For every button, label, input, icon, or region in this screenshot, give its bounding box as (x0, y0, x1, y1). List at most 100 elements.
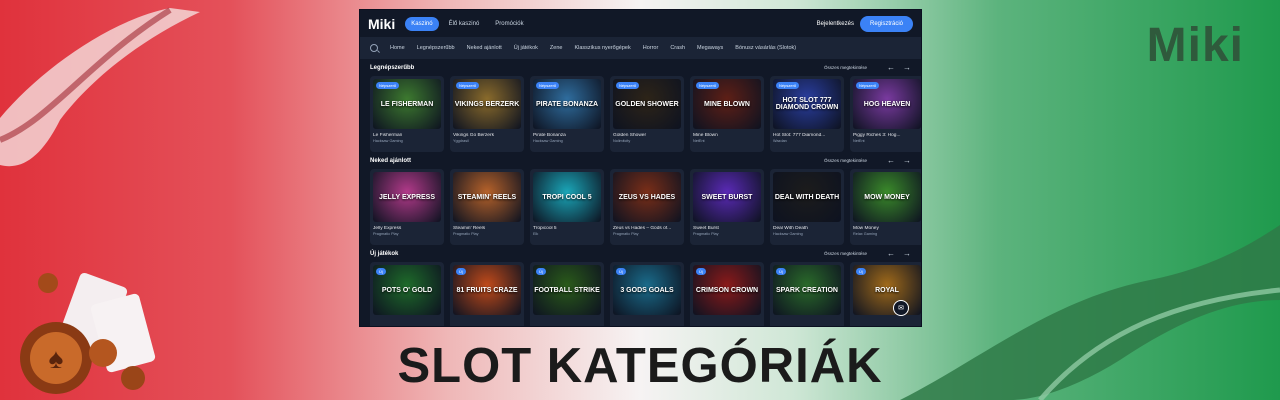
game-artwork-title: FOOTBALL STRIKE (534, 286, 600, 294)
game-card[interactable]: STEAMIN' REELS Steamin' Reels Pragmatic … (450, 169, 524, 245)
game-thumbnail[interactable]: POTS O' GOLD Új (373, 265, 441, 315)
game-badge: Népszerű (856, 82, 880, 89)
game-thumbnail[interactable]: ZEUS VS HADES (613, 172, 681, 222)
game-name: Deal With Death (773, 226, 808, 231)
game-thumbnail[interactable]: VIKINGS BERZERK Népszerű (453, 79, 521, 129)
game-name: Hot Slot: 777 Diamond... (773, 133, 826, 138)
game-thumbnail[interactable]: ROYAL Új (853, 265, 921, 315)
game-card[interactable]: DEAL WITH DEATH Deal With Death Hacksaw … (770, 169, 844, 245)
game-thumbnail[interactable]: CRIMSON CROWN Új (693, 265, 761, 315)
game-thumbnail[interactable]: SWEET BURST (693, 172, 761, 222)
casino-app-window: Miki Kaszinó Élő kaszinó Promóciók Bejel… (359, 9, 922, 327)
game-provider: Pragmatic Play (373, 232, 399, 236)
chat-icon[interactable]: ✉ (893, 300, 909, 316)
game-card[interactable]: TROPI COOL 5 Tropicool 5 Elk (530, 169, 604, 245)
arrow-left-icon[interactable]: ← (887, 63, 895, 72)
game-artwork-title: TROPI COOL 5 (542, 193, 592, 201)
game-artwork-title: HOT SLOT 777 DIAMOND CROWN (775, 97, 839, 111)
game-thumbnail[interactable]: TROPI COOL 5 (533, 172, 601, 222)
category-megaways[interactable]: Megaways (697, 45, 723, 51)
category-music[interactable]: Zene (550, 45, 563, 51)
register-button[interactable]: Regisztráció (859, 15, 913, 32)
game-card[interactable]: LE FISHERMAN Népszerű Le Fisherman Hacks… (370, 76, 444, 152)
game-thumbnail[interactable]: MINE BLOWN Népszerű (693, 79, 761, 129)
game-artwork-title: STEAMIN' REELS (457, 193, 517, 201)
show-all-link[interactable]: Összes megtekintése (824, 251, 867, 256)
game-card[interactable]: ZEUS VS HADES Zeus vs Hades – Gods of...… (610, 169, 684, 245)
category-home[interactable]: Home (390, 45, 405, 51)
game-card[interactable]: HOT SLOT 777 DIAMOND CROWN Népszerű Hot … (770, 76, 844, 152)
game-card[interactable]: ROYAL Új (850, 262, 921, 326)
game-artwork-title: VIKINGS BERZERK (454, 100, 520, 108)
game-badge: Új (616, 268, 626, 275)
section-title: Neked ajánlott (370, 157, 412, 164)
game-thumbnail[interactable]: GOLDEN SHOWER Népszerű (613, 79, 681, 129)
game-thumbnail[interactable]: LE FISHERMAN Népszerű (373, 79, 441, 129)
game-card[interactable]: GOLDEN SHOWER Népszerű Golden Shower Nol… (610, 76, 684, 152)
arrow-left-icon[interactable]: ← (887, 249, 895, 258)
game-thumbnail[interactable]: DEAL WITH DEATH (773, 172, 841, 222)
arrow-right-icon[interactable]: → (903, 156, 911, 165)
category-popular[interactable]: Legnépszerűbb (417, 45, 455, 51)
game-artwork-title: ROYAL (875, 286, 899, 294)
game-card[interactable]: MOW MONEY Mow Money Relax Gaming (850, 169, 921, 245)
login-button[interactable]: Bejelentkezés (817, 21, 854, 27)
game-provider: Nolimitcity (613, 139, 631, 143)
game-card[interactable]: CRIMSON CROWN Új (690, 262, 764, 326)
app-logo[interactable]: Miki (368, 16, 395, 32)
game-card[interactable]: 81 FRUITS CRAZE Új (450, 262, 524, 326)
game-artwork-title: MOW MONEY (864, 193, 910, 201)
game-card[interactable]: FOOTBALL STRIKE Új (530, 262, 604, 326)
game-badge: Új (856, 268, 866, 275)
arrow-right-icon[interactable]: → (903, 249, 911, 258)
game-card[interactable]: 3 GODS GOALS Új (610, 262, 684, 326)
game-provider: Elk (533, 232, 539, 236)
game-badge: Új (776, 268, 786, 275)
search-icon[interactable] (370, 44, 378, 52)
game-name: Mine Blown (693, 133, 718, 138)
show-all-link[interactable]: Összes megtekintése (824, 158, 867, 163)
game-thumbnail[interactable]: STEAMIN' REELS (453, 172, 521, 222)
game-thumbnail[interactable]: PIRATE BONANZA Népszerű (533, 79, 601, 129)
category-crash[interactable]: Crash (670, 45, 685, 51)
game-card[interactable]: PIRATE BONANZA Népszerű Pirate Bonanza H… (530, 76, 604, 152)
game-card[interactable]: HOG HEAVEN Népszerű Piggy Riches 3: Hog.… (850, 76, 921, 152)
arrow-right-icon[interactable]: → (903, 63, 911, 72)
game-provider: Pragmatic Play (693, 232, 719, 236)
category-new-games[interactable]: Új játékok (514, 45, 538, 51)
game-artwork-title: SWEET BURST (701, 193, 753, 201)
arrow-left-icon[interactable]: ← (887, 156, 895, 165)
brand-logo: Miki (1146, 19, 1244, 72)
game-card[interactable]: POTS O' GOLD Új (370, 262, 444, 326)
game-provider: Hacksaw Gaming (373, 139, 403, 143)
game-thumbnail[interactable]: 81 FRUITS CRAZE Új (453, 265, 521, 315)
show-all-link[interactable]: Összes megtekintése (824, 65, 867, 70)
game-card[interactable]: MINE BLOWN Népszerű Mine Blown NetEnt (690, 76, 764, 152)
nav-promotions-tab[interactable]: Promóciók (489, 17, 529, 31)
game-thumbnail[interactable]: SPARK CREATION Új (773, 265, 841, 315)
nav-casino-tab[interactable]: Kaszinó (405, 16, 439, 31)
game-thumbnail[interactable]: HOG HEAVEN Népszerű (853, 79, 921, 129)
game-thumbnail[interactable]: MOW MONEY (853, 172, 921, 222)
category-recommended[interactable]: Neked ajánlott (467, 45, 502, 51)
game-provider: Yggdrasil (453, 139, 469, 143)
game-name: Steamin' Reels (453, 226, 486, 231)
game-card[interactable]: SPARK CREATION Új (770, 262, 844, 326)
game-card[interactable]: VIKINGS BERZERK Népszerű Vikings Go Berz… (450, 76, 524, 152)
game-card[interactable]: SWEET BURST Sweet Burst Pragmatic Play (690, 169, 764, 245)
game-provider: Pragmatic Play (453, 232, 479, 236)
game-provider: NetEnt (853, 139, 865, 143)
game-artwork-title: SPARK CREATION (776, 286, 838, 294)
game-thumbnail[interactable]: HOT SLOT 777 DIAMOND CROWN Népszerű (773, 79, 841, 129)
section-header: Legnépszerűbb Összes megtekintése ← → (370, 59, 911, 76)
category-bonus-buy[interactable]: Bónusz vásárlás (Slotok) (735, 45, 796, 51)
nav-live-casino-tab[interactable]: Élő kaszinó (443, 17, 486, 31)
game-card[interactable]: JELLY EXPRESS Jelly Express Pragmatic Pl… (370, 169, 444, 245)
game-thumbnail[interactable]: 3 GODS GOALS Új (613, 265, 681, 315)
game-thumbnail[interactable]: JELLY EXPRESS (373, 172, 441, 222)
game-row: POTS O' GOLD Új 81 FRUITS CRAZE Új FOOTB… (370, 262, 921, 326)
game-thumbnail[interactable]: FOOTBALL STRIKE Új (533, 265, 601, 315)
game-name: Golden Shower (613, 133, 647, 138)
category-horror[interactable]: Horror (643, 45, 659, 51)
category-classic-slots[interactable]: Klasszikus nyerőgépek (574, 45, 630, 51)
